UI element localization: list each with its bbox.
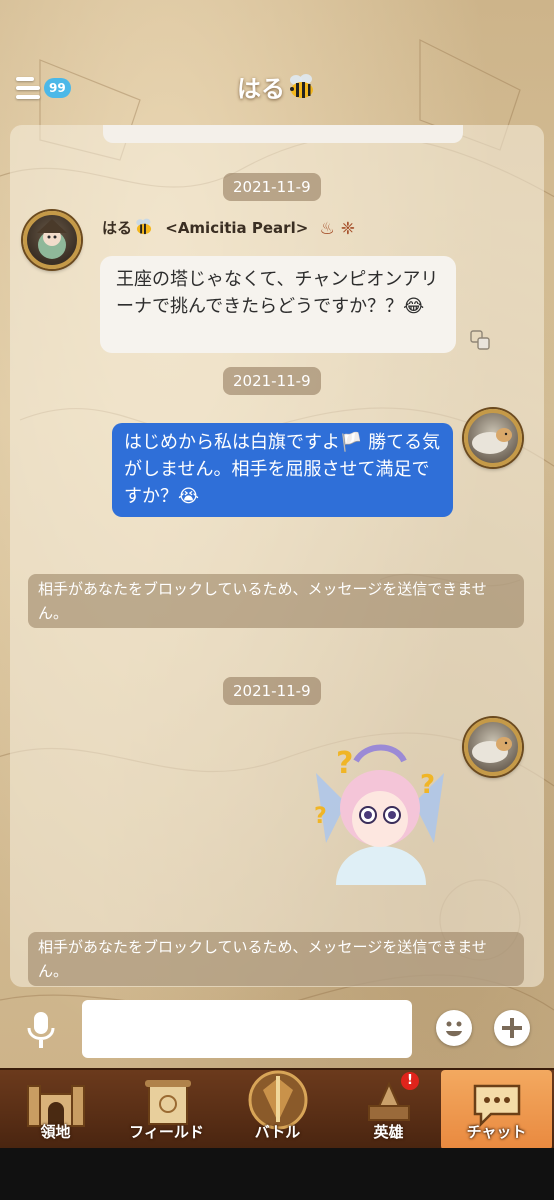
emoji-button[interactable]: [436, 1010, 472, 1046]
fairy-sticker-message[interactable]: ? ? ?: [306, 733, 454, 885]
nav-item-chat[interactable]: チャット: [441, 1070, 552, 1150]
date-separator: 2021-11-9: [223, 367, 321, 395]
nav-label: 英雄: [373, 1123, 404, 1141]
smiley-icon: [446, 1021, 462, 1037]
chat-header: 99 はる: [0, 55, 554, 115]
bottom-nav: 領地 フィールド バトル ! 英雄 チャット: [0, 1068, 554, 1150]
nav-item-hero[interactable]: ! 英雄: [333, 1070, 444, 1150]
svg-text:?: ?: [314, 804, 327, 829]
chat-title-text: はる: [237, 75, 285, 103]
add-attachment-button[interactable]: [494, 1010, 530, 1046]
sender-avatar[interactable]: [23, 211, 81, 269]
svg-text:?: ?: [336, 746, 353, 781]
blocked-notice: 相手があなたをブロックしているため、メッセージを送信できません。: [28, 574, 524, 628]
incoming-message-bubble[interactable]: 王座の塔じゃなくて、チャンピオンアリーナで挑んできたらどうですか？？😂: [100, 256, 456, 353]
nav-item-territory[interactable]: 領地: [0, 1070, 111, 1150]
microphone-icon[interactable]: [26, 1010, 56, 1050]
nav-label: フィールド: [129, 1123, 204, 1141]
sender-name[interactable]: はる <Amicitia Pearl> ♨ ❈: [102, 217, 355, 240]
sender-name-text: はる: [102, 219, 133, 237]
outgoing-message-bubble[interactable]: はじめから私は白旗ですよ🏳️ 勝てる気がしません。相手を屈服させて満足ですか？😭: [112, 423, 453, 517]
guild-tag: <Amicitia Pearl>: [165, 219, 309, 237]
nav-item-battle[interactable]: バトル: [222, 1070, 333, 1150]
svg-text:?: ?: [420, 770, 435, 800]
home-indicator-area: [0, 1148, 554, 1200]
bee-emoji-icon: [134, 218, 154, 240]
date-separator: 2021-11-9: [223, 677, 321, 705]
message-input[interactable]: [82, 1000, 412, 1058]
previous-message-bubble: [103, 125, 463, 143]
hero-alert-badge: !: [401, 1072, 419, 1090]
my-avatar[interactable]: [464, 409, 522, 467]
rank-emblem-icon: ♨: [319, 218, 335, 239]
date-separator: 2021-11-9: [223, 173, 321, 201]
my-avatar[interactable]: [464, 718, 522, 776]
nav-label: 領地: [40, 1123, 71, 1141]
bee-emoji-icon: [287, 73, 317, 107]
nav-label: チャット: [466, 1123, 527, 1141]
blocked-notice: 相手があなたをブロックしているため、メッセージを送信できません。: [28, 932, 524, 986]
nav-label: バトル: [254, 1123, 301, 1141]
guild-emblem-icon: ❈: [340, 218, 356, 239]
translate-icon[interactable]: [470, 330, 490, 350]
plus-icon: [502, 1018, 522, 1038]
chat-title: はる: [0, 69, 554, 107]
nav-item-field[interactable]: フィールド: [111, 1070, 222, 1150]
message-input-bar: [0, 990, 554, 1068]
chat-message-list[interactable]: 2021-11-9 はる <Amicitia Pearl> ♨ ❈ 王座の塔じゃな…: [10, 125, 544, 987]
